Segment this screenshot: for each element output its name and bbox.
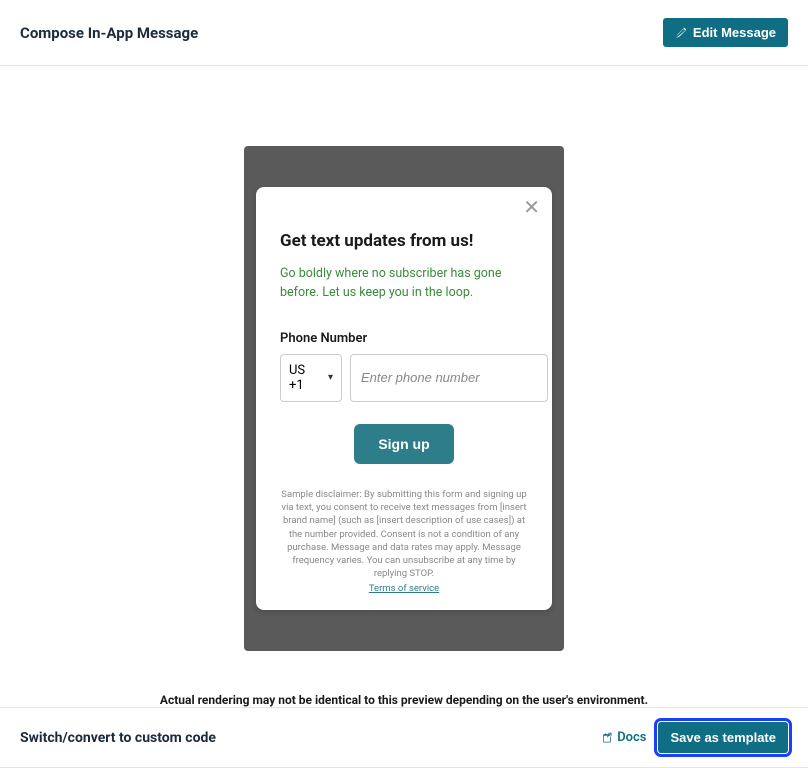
phone-number-label: Phone Number bbox=[280, 331, 528, 346]
terms-of-service-link[interactable]: Terms of service bbox=[280, 583, 528, 594]
docs-label: Docs bbox=[617, 730, 646, 745]
phone-input-row: US +1 ▾ bbox=[280, 354, 528, 402]
page-footer: Switch/convert to custom code Docs Save … bbox=[0, 707, 808, 768]
in-app-modal: ✕ Get text updates from us! Go boldly wh… bbox=[256, 187, 552, 610]
edit-icon bbox=[675, 27, 687, 39]
save-as-template-button[interactable]: Save as template bbox=[658, 722, 788, 753]
preview-area: ✕ Get text updates from us! Go boldly wh… bbox=[0, 66, 808, 707]
phone-number-input[interactable] bbox=[350, 354, 548, 402]
disclaimer-text: Sample disclaimer: By submitting this fo… bbox=[280, 488, 528, 581]
modal-title: Get text updates from us! bbox=[280, 231, 528, 251]
page-header: Compose In-App Message Edit Message bbox=[0, 0, 808, 66]
footer-actions: Docs Save as template bbox=[601, 722, 788, 753]
close-icon[interactable]: ✕ bbox=[523, 197, 540, 217]
render-note: Actual rendering may not be identical to… bbox=[160, 693, 648, 707]
external-link-icon bbox=[601, 732, 613, 744]
docs-link[interactable]: Docs bbox=[601, 730, 646, 745]
country-code-select[interactable]: US +1 ▾ bbox=[280, 354, 342, 402]
edit-button-label: Edit Message bbox=[693, 25, 776, 40]
switch-custom-code-label: Switch/convert to custom code bbox=[20, 730, 216, 746]
modal-subtitle: Go boldly where no subscriber has gone b… bbox=[280, 265, 528, 303]
device-frame: ✕ Get text updates from us! Go boldly wh… bbox=[244, 146, 564, 651]
edit-message-button[interactable]: Edit Message bbox=[663, 18, 788, 47]
sign-up-button[interactable]: Sign up bbox=[354, 424, 453, 464]
page-title: Compose In-App Message bbox=[20, 24, 198, 42]
chevron-down-icon: ▾ bbox=[328, 372, 333, 383]
country-code-value: US +1 bbox=[289, 363, 322, 393]
